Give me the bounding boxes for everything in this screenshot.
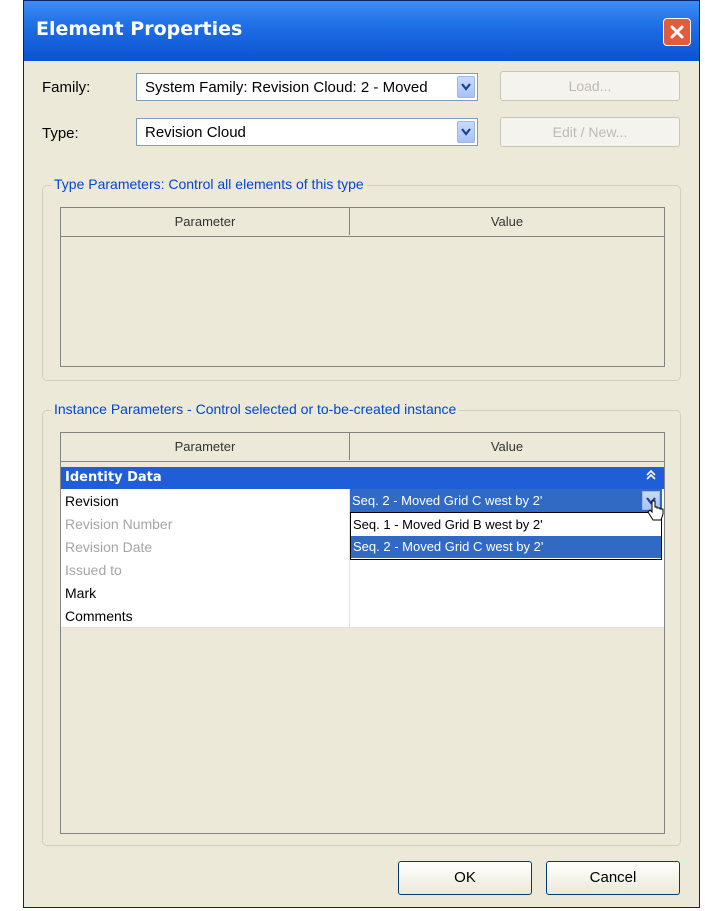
type-parameters-title: Type Parameters: Control all elements of… xyxy=(51,176,367,192)
family-combobox[interactable]: System Family: Revision Cloud: 2 - Moved xyxy=(136,73,478,101)
type-parameters-header: Parameter Value xyxy=(61,208,664,237)
revision-option[interactable]: Seq. 2 - Moved Grid C west by 2' xyxy=(351,536,661,558)
param-row-issued-to: Issued to xyxy=(61,558,664,582)
param-name: Revision xyxy=(65,493,119,509)
column-separator xyxy=(349,558,350,581)
type-parameters-group: Type Parameters: Control all elements of… xyxy=(42,176,681,381)
type-label: Type: xyxy=(42,125,79,142)
column-separator xyxy=(349,604,350,627)
param-name: Mark xyxy=(65,585,97,601)
type-parameters-grid: Parameter Value xyxy=(60,207,665,367)
close-button[interactable] xyxy=(663,18,691,46)
param-row-mark[interactable]: Mark xyxy=(61,581,664,605)
collapse-icon[interactable] xyxy=(646,469,656,484)
family-value: System Family: Revision Cloud: 2 - Moved xyxy=(145,79,428,96)
type-value: Revision Cloud xyxy=(145,124,246,141)
revision-dropdown-list: Seq. 1 - Moved Grid B west by 2' Seq. 2 … xyxy=(350,512,662,560)
column-header-parameter[interactable]: Parameter xyxy=(61,208,350,235)
revision-option[interactable]: Seq. 1 - Moved Grid B west by 2' xyxy=(351,514,661,536)
revision-value: Seq. 2 - Moved Grid C west by 2' xyxy=(352,493,543,508)
instance-parameters-title: Instance Parameters - Control selected o… xyxy=(51,401,460,417)
type-combobox[interactable]: Revision Cloud xyxy=(136,118,478,146)
chevron-down-icon[interactable] xyxy=(457,76,475,98)
column-header-parameter[interactable]: Parameter xyxy=(61,433,350,460)
hand-cursor-icon xyxy=(647,500,664,521)
param-name: Revision Number xyxy=(65,516,173,532)
category-row-identity-data[interactable]: Identity Data xyxy=(61,467,664,489)
param-name: Comments xyxy=(65,608,133,624)
revision-combobox[interactable]: Seq. 2 - Moved Grid C west by 2' xyxy=(350,489,662,512)
category-label: Identity Data xyxy=(65,470,162,485)
ok-button[interactable]: OK xyxy=(398,861,532,895)
dialog-title: Element Properties xyxy=(36,18,243,40)
chevron-down-icon[interactable] xyxy=(457,121,475,143)
column-header-value[interactable]: Value xyxy=(350,208,664,235)
column-header-value[interactable]: Value xyxy=(350,433,664,460)
close-icon xyxy=(670,25,684,39)
family-label: Family: xyxy=(42,79,91,96)
instance-parameters-grid: Parameter Value Identity Data Revision R… xyxy=(60,432,665,834)
title-bar[interactable]: Element Properties xyxy=(24,1,699,61)
element-properties-dialog: Element Properties Family: System Family… xyxy=(23,0,700,908)
column-separator xyxy=(349,581,350,604)
instance-parameters-group: Instance Parameters - Control selected o… xyxy=(42,401,681,846)
param-name: Revision Date xyxy=(65,539,153,555)
param-name: Issued to xyxy=(65,562,122,578)
cancel-button[interactable]: Cancel xyxy=(546,861,680,895)
instance-parameters-header: Parameter Value xyxy=(61,433,664,462)
edit-new-button[interactable]: Edit / New... xyxy=(500,117,680,147)
param-row-comments[interactable]: Comments xyxy=(61,604,664,628)
load-button[interactable]: Load... xyxy=(500,71,680,101)
